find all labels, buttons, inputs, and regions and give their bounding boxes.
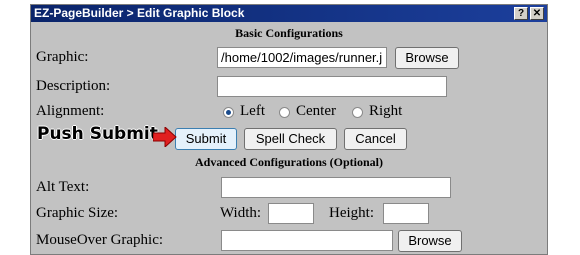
alignment-label: Alignment: bbox=[36, 103, 105, 119]
submit-button[interactable]: Submit bbox=[175, 128, 237, 150]
mouseover-graphic-field[interactable] bbox=[221, 230, 393, 251]
graphic-path-field[interactable]: /home/1002/images/runner.j bbox=[217, 47, 387, 68]
width-field[interactable] bbox=[268, 203, 314, 224]
graphic-size-label: Graphic Size: bbox=[36, 205, 119, 221]
height-label: Height: bbox=[329, 205, 374, 221]
align-right-radio[interactable] bbox=[352, 107, 363, 118]
title-bar: EZ-PageBuilder > Edit Graphic Block ? ✕ bbox=[31, 5, 547, 22]
graphic-label: Graphic: bbox=[36, 49, 89, 65]
red-arrow-icon bbox=[153, 127, 177, 147]
width-label: Width: bbox=[220, 205, 262, 221]
window-title: EZ-PageBuilder > Edit Graphic Block bbox=[34, 6, 245, 20]
basic-config-heading: Basic Configurations bbox=[235, 26, 343, 40]
help-button[interactable]: ? bbox=[514, 7, 528, 20]
mouseover-graphic-label: MouseOver Graphic: bbox=[36, 232, 164, 248]
alt-text-label: Alt Text: bbox=[36, 179, 90, 195]
cancel-button[interactable]: Cancel bbox=[344, 128, 407, 150]
mouseover-browse-button[interactable]: Browse bbox=[398, 230, 462, 252]
description-field[interactable] bbox=[217, 76, 447, 97]
align-right-label: Right bbox=[369, 103, 403, 119]
close-button[interactable]: ✕ bbox=[530, 7, 544, 20]
height-field[interactable] bbox=[383, 203, 429, 224]
align-center-radio[interactable] bbox=[279, 107, 290, 118]
alt-text-field[interactable] bbox=[221, 177, 451, 198]
description-label: Description: bbox=[36, 78, 111, 94]
graphic-browse-button[interactable]: Browse bbox=[395, 47, 459, 69]
push-submit-annotation: Push Submit bbox=[37, 124, 158, 144]
align-center-label: Center bbox=[296, 103, 336, 119]
align-left-radio[interactable] bbox=[223, 107, 234, 118]
advanced-config-heading: Advanced Configurations (Optional) bbox=[194, 155, 384, 169]
spell-check-button[interactable]: Spell Check bbox=[244, 128, 337, 150]
align-left-label: Left bbox=[240, 103, 265, 119]
